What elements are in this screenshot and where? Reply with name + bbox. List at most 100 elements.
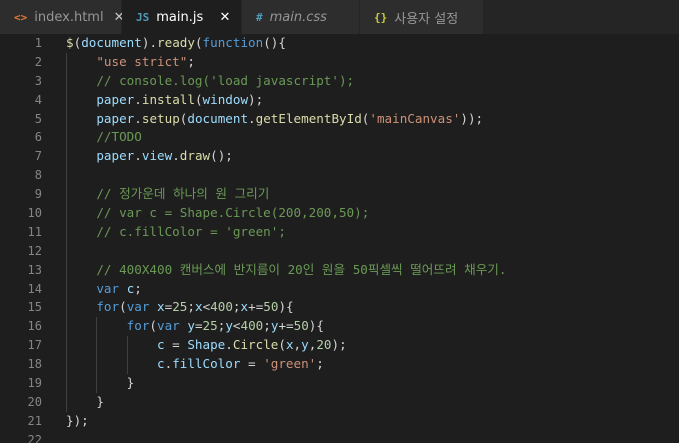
tab-label: main.js bbox=[156, 9, 204, 25]
code-token: , bbox=[293, 337, 302, 353]
code-token: . bbox=[172, 148, 180, 164]
code-line: 11 // c.fillColor = 'green'; bbox=[0, 222, 679, 242]
code-text[interactable]: }); bbox=[66, 412, 89, 431]
line-number: 19 bbox=[27, 376, 42, 391]
code-token: ); bbox=[331, 337, 347, 353]
code-line: 6 //TODO bbox=[0, 128, 679, 148]
code-text[interactable]: for(var y=25;y<400;y+=50){ bbox=[66, 317, 324, 336]
line-number: 1 bbox=[34, 36, 42, 50]
code-token: } bbox=[126, 375, 135, 391]
code-text[interactable]: c = Shape.Circle(x,y,20); bbox=[66, 336, 347, 355]
code-token: y bbox=[225, 318, 233, 334]
json-file-icon: {} bbox=[374, 10, 388, 24]
code-token: = bbox=[240, 356, 264, 372]
line-number: 2 bbox=[34, 54, 42, 69]
code-text[interactable]: } bbox=[66, 393, 104, 412]
code-text[interactable]: paper.install(window); bbox=[66, 91, 263, 110]
code-text[interactable]: // var c = Shape.Circle(200,200,50); bbox=[66, 204, 369, 223]
code-token: paper bbox=[96, 148, 135, 164]
code-line: 21}); bbox=[0, 412, 679, 431]
code-token: for bbox=[126, 318, 150, 334]
line-number: 22 bbox=[27, 432, 42, 443]
code-token: = bbox=[194, 318, 203, 334]
code-text[interactable]: paper.view.draw(); bbox=[66, 147, 233, 166]
code-token: += bbox=[248, 299, 264, 315]
line-number: 11 bbox=[27, 224, 42, 239]
tab-label: index.html bbox=[34, 9, 104, 25]
line-number: 18 bbox=[27, 357, 42, 372]
tab-main-js[interactable]: JS main.js ✕ bbox=[122, 0, 242, 34]
code-line: 14 var c; bbox=[0, 279, 679, 299]
code-line: 7 paper.view.draw(); bbox=[0, 147, 679, 167]
code-token: ){ bbox=[278, 299, 294, 315]
code-token: document bbox=[187, 110, 249, 126]
code-line: 16 for(var y=25;y<400;y+=50){ bbox=[0, 317, 679, 337]
code-text[interactable]: // console.log('load javascript'); bbox=[66, 72, 354, 91]
close-icon[interactable]: ✕ bbox=[217, 10, 233, 25]
code-token: 20 bbox=[316, 337, 332, 353]
code-text[interactable]: paper.setup(document.getElementById('mai… bbox=[66, 110, 483, 129]
line-number: 16 bbox=[27, 319, 42, 334]
code-token: ( bbox=[278, 337, 286, 353]
code-token: 400 bbox=[240, 318, 264, 334]
code-token: document bbox=[81, 35, 142, 50]
line-number: 9 bbox=[34, 187, 42, 202]
code-text[interactable]: $(document).ready(function(){ bbox=[66, 34, 286, 53]
code-line: 4 paper.install(window); bbox=[0, 90, 679, 110]
code-token: ; bbox=[134, 280, 142, 296]
code-token: setup bbox=[141, 110, 180, 126]
tab-bar: <> index.html ✕ JS main.js ✕ # main.css{} 사용자 설정 bbox=[0, 0, 679, 34]
code-text[interactable]: var c; bbox=[66, 280, 142, 299]
code-token: ){ bbox=[308, 318, 324, 334]
code-text[interactable]: // 400X400 캔버스에 반지름이 20인 원을 50픽셀씩 떨어뜨려 채… bbox=[66, 261, 506, 280]
code-token: c bbox=[157, 337, 165, 353]
code-token: // console.log('load javascript'); bbox=[96, 72, 355, 88]
code-token: var bbox=[126, 299, 150, 315]
code-token: //TODO bbox=[96, 129, 142, 145]
tab-label: main.css bbox=[269, 9, 327, 25]
code-text[interactable]: "use strict"; bbox=[66, 53, 195, 72]
code-token: (); bbox=[210, 148, 233, 164]
code-line: 12 bbox=[0, 241, 679, 261]
code-text[interactable]: c.fillColor = 'green'; bbox=[66, 355, 324, 374]
code-token: < bbox=[232, 318, 241, 334]
code-line: 2 "use strict"; bbox=[0, 52, 679, 72]
code-token: 50 bbox=[293, 318, 309, 334]
code-token: . bbox=[248, 110, 256, 126]
code-line: 1 $(document).ready(function(){ bbox=[0, 34, 679, 53]
tab-label: 사용자 설정 bbox=[394, 11, 459, 27]
code-token: window bbox=[202, 91, 249, 107]
code-text[interactable]: //TODO bbox=[66, 128, 142, 147]
code-text[interactable]: // 정가운데 하나의 원 그리기 bbox=[66, 185, 269, 204]
code-text[interactable]: } bbox=[66, 374, 135, 393]
tab-main-css[interactable]: # main.css bbox=[242, 0, 360, 34]
line-number: 14 bbox=[27, 281, 42, 296]
code-editor[interactable]: 1 $(document).ready(function(){2 "use str… bbox=[0, 34, 679, 443]
code-text[interactable]: // c.fillColor = 'green'; bbox=[66, 223, 286, 242]
code-line: 8 bbox=[0, 166, 679, 186]
indent-guide bbox=[66, 166, 67, 186]
tab-사용자-설정[interactable]: {} 사용자 설정 bbox=[360, 0, 484, 34]
code-token: getElementById bbox=[255, 110, 362, 126]
code-token: 400 bbox=[210, 299, 233, 315]
code-token: ; bbox=[316, 356, 324, 372]
line-number: 7 bbox=[34, 149, 42, 164]
code-token: 'mainCanvas' bbox=[369, 110, 461, 126]
code-text[interactable]: for(var x=25;x<400;x+=50){ bbox=[66, 298, 294, 317]
code-line: 18 c.fillColor = 'green'; bbox=[0, 355, 679, 375]
code-token: . bbox=[134, 110, 142, 126]
tab-index-html[interactable]: <> index.html ✕ bbox=[0, 0, 124, 34]
code-token: Shape bbox=[187, 337, 226, 353]
